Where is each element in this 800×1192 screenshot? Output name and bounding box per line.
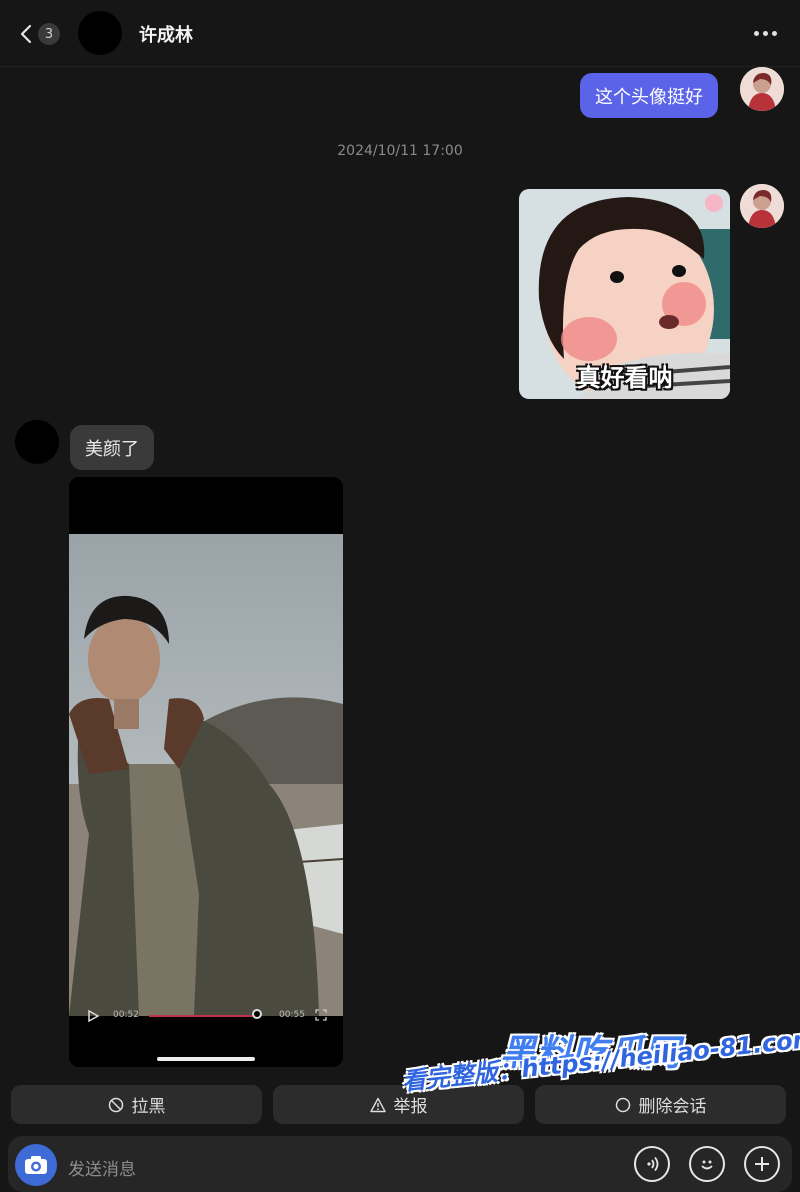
my-message-bubble[interactable]: 这个头像挺好 [580,73,718,118]
contact-message-bubble[interactable]: 美颜了 [70,425,154,470]
video-message[interactable]: 00:52 00:55 [69,477,343,1067]
video-progress-bar[interactable] [149,1015,258,1017]
my-avatar[interactable] [740,184,784,228]
sticker-image[interactable]: 真好看呐 [519,189,730,399]
block-label: 拉黑 [131,1097,166,1117]
play-icon[interactable] [86,1009,100,1023]
emoji-button[interactable] [689,1146,725,1182]
report-button[interactable]: 举报 [273,1085,524,1124]
fullscreen-icon[interactable] [315,1009,327,1021]
more-options-button[interactable] [744,1146,780,1182]
back-button[interactable]: 3 [18,18,68,50]
warning-icon [369,1097,386,1112]
block-icon [108,1097,123,1112]
video-progress-knob[interactable] [252,1009,263,1019]
plus-icon [755,1157,769,1171]
camera-button[interactable] [15,1144,57,1186]
contact-message-avatar[interactable] [15,420,59,464]
emoji-icon [701,1160,713,1170]
voice-icon [647,1156,659,1172]
contact-name: 许成林 [139,25,193,46]
unread-badge: 3 [38,23,60,45]
contact-avatar[interactable] [78,11,122,55]
message-input[interactable]: 发送消息 [68,1155,136,1180]
video-home-indicator [157,1057,255,1061]
more-dots-icon[interactable] [744,20,786,46]
block-button[interactable]: 拉黑 [11,1085,262,1124]
my-avatar[interactable] [740,67,784,111]
delete-label: 删除会话 [638,1097,707,1117]
delete-conversation-button[interactable]: 删除会话 [535,1085,786,1124]
back-chevron-icon [20,24,32,44]
voice-button[interactable] [634,1146,670,1182]
delete-icon [615,1097,630,1112]
video-thumbnail [69,534,343,1016]
sticker-caption: 真好看呐 [576,364,673,392]
video-total-time: 00:55 [279,1010,305,1020]
video-current-time: 00:52 [113,1010,139,1020]
message-timestamp: 2024/10/11 17:00 [337,143,463,159]
camera-icon [25,1156,47,1174]
